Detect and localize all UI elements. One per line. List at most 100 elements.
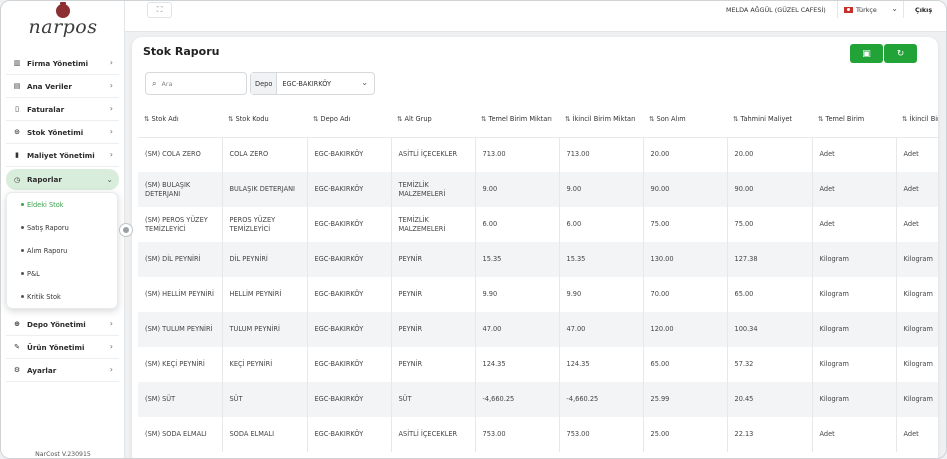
- table-cell: HELLİM PEYNİRİ: [222, 277, 308, 312]
- table-cell: EGC-BAKIRKÖY: [307, 382, 392, 417]
- table-cell: EGC-BAKIRKÖY: [307, 207, 392, 242]
- table-row[interactable]: (SM) KEÇİ PEYNİRİ KEÇİ PEYNİRİ EGC-BAKIRKÖ…: [138, 347, 938, 382]
- column-header[interactable]: ⇅ Depo Adı: [307, 101, 391, 138]
- table-row[interactable]: (SM) DİL PEYNİRİ DİL PEYNİRİ EGC-BAKIRKÖY P…: [138, 242, 938, 277]
- language-select[interactable]: Türkçe ⌄: [837, 1, 904, 18]
- sidebar-item-depo-yonetimi[interactable]: ⊕ Depo Yönetimi ›: [6, 313, 119, 336]
- table-row[interactable]: (SM) SODA ELMALI SODA ELMALI EGC-BAKIRKÖY A…: [138, 417, 938, 452]
- table-cell: 47.00: [475, 312, 560, 347]
- sidebar-item-stok-yonetimi[interactable]: ⊙ Stok Yönetimi ›: [6, 121, 119, 144]
- chevron-right-icon: ›: [109, 319, 113, 328]
- chevron-right-icon: ›: [109, 365, 113, 374]
- table-cell: (SM) BULAŞIK DETERJANI: [138, 172, 223, 207]
- sidebar: narpos ▥ Firma Yönetimi › ▤ Ana Veriler …: [1, 1, 125, 458]
- table-row[interactable]: (SM) PEROS YÜZEY TEMİZLEYİCİ PEROS YÜZEY …: [138, 207, 938, 242]
- sidebar-item-faturalar[interactable]: ▯ Faturalar ›: [6, 98, 119, 121]
- bullet-icon: [21, 272, 24, 275]
- submenu-item-alim-raporu[interactable]: Alım Raporu: [7, 239, 117, 262]
- column-header[interactable]: ⇅ Alt Grup: [391, 101, 475, 138]
- search-input[interactable]: ⌕ Ara: [145, 72, 247, 95]
- submenu-item-satis-raporu[interactable]: Satış Raporu: [7, 216, 117, 239]
- column-header-label: Stok Adı: [151, 114, 179, 123]
- column-header[interactable]: ⇅ Temel Birim: [812, 101, 896, 138]
- table-cell: EGC-BAKIRKÖY: [307, 172, 392, 207]
- sidebar-item-ana-veriler[interactable]: ▤ Ana Veriler ›: [6, 75, 119, 98]
- table-cell: Adet: [812, 137, 897, 172]
- refresh-button[interactable]: ↻: [884, 44, 917, 63]
- column-header[interactable]: ⇅ Stok Adı: [138, 101, 222, 138]
- table-cell: PEYNİR: [391, 312, 476, 347]
- chevron-right-icon: ›: [109, 342, 113, 351]
- table-cell: 20.45: [727, 382, 813, 417]
- sort-icon: ⇅: [565, 114, 571, 123]
- topbar: ⛶ MELDA AĞGÜL (GÜZEL CAFESİ) Türkçe ⌄ Çı…: [125, 1, 946, 32]
- sidebar-item-label: Ana Veriler: [27, 81, 72, 91]
- sidebar-menu: ▥ Firma Yönetimi › ▤ Ana Veriler › ▯ Fat…: [6, 52, 119, 190]
- current-user: MELDA AĞGÜL (GÜZEL CAFESİ): [726, 6, 826, 14]
- column-header[interactable]: ⇅ İkincil Birim Miktarı: [559, 101, 643, 138]
- table-row[interactable]: (SM) BULAŞIK DETERJANI BULAŞIK DETERJANI E…: [138, 172, 938, 207]
- sidebar-item-firma-yonetimi[interactable]: ▥ Firma Yönetimi ›: [6, 52, 119, 75]
- table-row[interactable]: (SM) COLA ZERO COLA ZERO EGC-BAKIRKÖY ASİTL…: [138, 137, 938, 172]
- bullet-icon: [21, 295, 24, 298]
- chevron-down-icon: ⌄: [891, 4, 898, 13]
- table-row[interactable]: (SM) HELLİM PEYNİRİ HELLİM PEYNİRİ EGC-BAK…: [138, 277, 938, 312]
- table-row[interactable]: (SM) SÜT SÜT EGC-BAKIRKÖY SÜT -4,660.25 -4,66…: [138, 382, 938, 417]
- sidebar-item-label: Depo Yönetimi: [27, 319, 86, 329]
- sort-icon: ⇅: [228, 114, 234, 123]
- sidebar-item-ayarlar[interactable]: ⚙ Ayarlar ›: [6, 359, 119, 382]
- table-cell: 9.90: [559, 277, 644, 312]
- depo-label: Depo: [251, 73, 278, 94]
- sidebar-collapse-toggle[interactable]: [119, 223, 133, 237]
- sidebar-item-raporlar[interactable]: ◷ Raporlar ⌄: [6, 169, 119, 190]
- submenu-item-kritik-stok[interactable]: Kritik Stok: [7, 285, 117, 308]
- submenu-item-label: P&L: [27, 269, 40, 278]
- column-header[interactable]: ⇅ Tahmini Maliyet: [727, 101, 812, 138]
- table-cell: 70.00: [643, 277, 728, 312]
- logo[interactable]: narpos: [1, 1, 125, 45]
- table-cell: PEYNİR: [391, 242, 476, 277]
- submenu-item-label: Kritik Stok: [27, 292, 61, 301]
- table-cell: 130.00: [643, 242, 728, 277]
- refresh-icon: ↻: [896, 48, 905, 59]
- table-cell: Adet: [812, 207, 897, 242]
- column-header[interactable]: ⇅ Stok Kodu: [222, 101, 307, 138]
- table-cell: (SM) HELLİM PEYNİRİ: [138, 277, 223, 312]
- submenu-item-pl[interactable]: P&L: [7, 262, 117, 285]
- export-excel-button[interactable]: ▣: [850, 44, 883, 63]
- depo-value: EGC-BAKIRKÖY: [282, 79, 332, 88]
- sort-icon: ⇅: [313, 114, 319, 123]
- column-header[interactable]: ⇅ Son Alım: [643, 101, 727, 138]
- column-header[interactable]: ⇅ Temel Birim Miktarı: [475, 101, 559, 138]
- table-cell: BULAŞIK DETERJANI: [222, 172, 308, 207]
- bullet-icon: [21, 203, 24, 206]
- column-header[interactable]: ⇅İkincil Birim: [896, 101, 938, 138]
- table-cell: (SM) SÜT: [138, 382, 223, 417]
- depo-select[interactable]: Depo EGC-BAKIRKÖY ⌄: [250, 72, 375, 95]
- table-cell: 6.00: [559, 207, 644, 242]
- collapse-dot-icon: [123, 227, 129, 233]
- turkey-flag-icon: [844, 6, 853, 13]
- table-cell: (SM) SODA ELMALI: [138, 417, 223, 452]
- column-header-label: Temel Birim: [825, 114, 865, 123]
- submenu-item-eldeki-stok[interactable]: Eldeki Stok: [7, 193, 117, 216]
- logo-text: narpos: [28, 16, 98, 38]
- bullet-icon: [21, 249, 24, 252]
- logout-button[interactable]: Çıkış: [915, 6, 932, 14]
- sidebar-item-urun-yonetimi[interactable]: ✎ Ürün Yönetimi ›: [6, 336, 119, 359]
- sidebar-item-label: Ürün Yönetimi: [27, 342, 85, 352]
- table-cell: 6.00: [475, 207, 560, 242]
- table-cell: (SM) PEROS YÜZEY TEMİZLEYİCİ: [138, 207, 223, 242]
- table-cell: Adet: [896, 172, 938, 207]
- stock-table: ⇅ Stok Adı ⇅ Stok Kodu ⇅ Depo Adı ⇅ Alt Grup ⇅ Te…: [138, 101, 938, 452]
- column-header-label: Son Alım: [656, 114, 686, 123]
- fullscreen-button[interactable]: ⛶: [147, 2, 172, 18]
- table-cell: 57.32: [727, 347, 813, 382]
- language-label: Türkçe: [856, 5, 877, 14]
- chevron-right-icon: ›: [109, 150, 113, 159]
- stock-table-container[interactable]: ⇅ Stok Adı ⇅ Stok Kodu ⇅ Depo Adı ⇅ Alt Grup ⇅ Te…: [138, 101, 938, 458]
- table-cell: COLA ZERO: [222, 137, 308, 172]
- sidebar-item-maliyet-yonetimi[interactable]: ▮ Maliyet Yönetimi ›: [6, 144, 119, 167]
- table-row[interactable]: (SM) TULUM PEYNİRİ TULUM PEYNİRİ EGC-BAKIR…: [138, 312, 938, 347]
- table-body: (SM) COLA ZERO COLA ZERO EGC-BAKIRKÖY ASİTL…: [138, 137, 938, 452]
